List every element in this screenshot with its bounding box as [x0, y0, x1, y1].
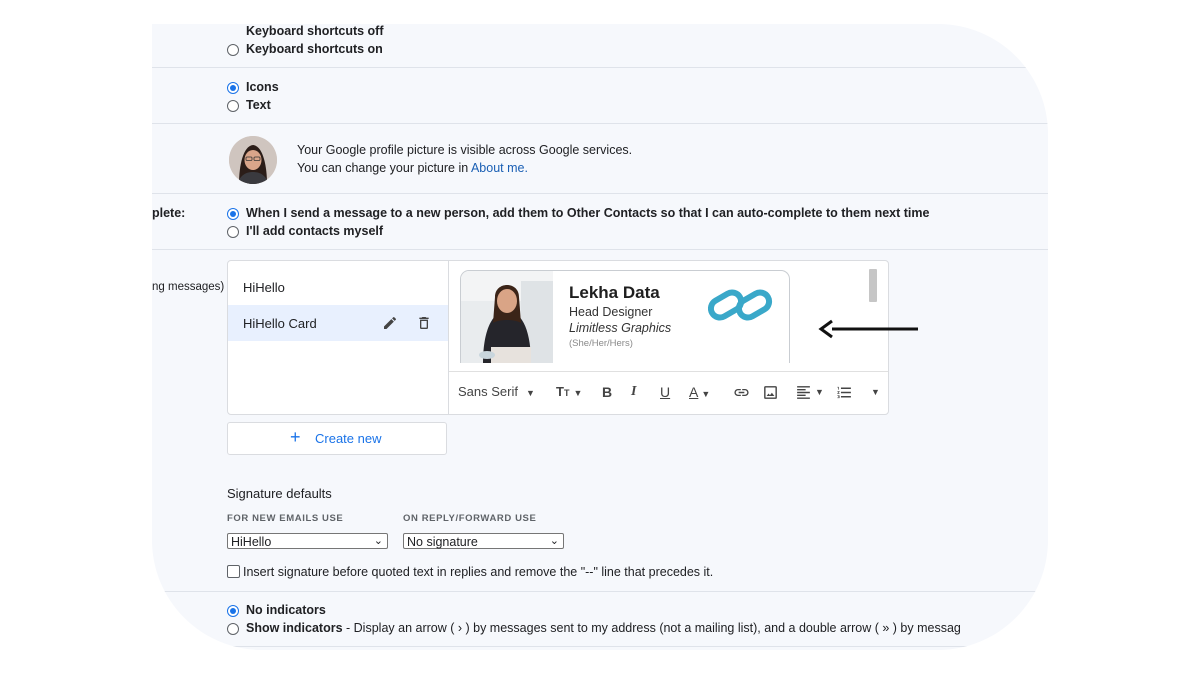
keyboard-shortcuts-off-label: Keyboard shortcuts off: [246, 24, 384, 38]
insert-signature-checkbox[interactable]: [227, 565, 240, 578]
insert-signature-label: Insert signature before quoted text in r…: [243, 565, 714, 579]
card-company: Limitless Graphics: [569, 321, 672, 335]
chevron-down-icon: ▼: [525, 388, 535, 398]
show-indicators-radio[interactable]: [227, 623, 239, 635]
card-photo: [461, 271, 553, 363]
autocomplete-section-label: plete:: [152, 206, 186, 220]
font-size-icon[interactable]: TT ▼: [556, 384, 582, 399]
icons-label: Icons: [246, 80, 279, 94]
chevron-down-icon: ⌄: [373, 535, 383, 547]
no-indicators-radio[interactable]: [227, 605, 239, 617]
more-formatting-icon[interactable]: ▼: [871, 387, 880, 397]
delete-trash-icon[interactable]: [416, 315, 432, 331]
divider: [152, 193, 1048, 194]
new-emails-signature-select[interactable]: HiHello ⌄: [227, 533, 388, 549]
create-new-button[interactable]: + Create new: [227, 422, 447, 455]
signature-item-hihello[interactable]: HiHello: [228, 269, 448, 305]
card-name: Lekha Data: [569, 283, 660, 302]
signature-editor-box: HiHello HiHello Card Lekha Data Head Des…: [227, 260, 889, 415]
italic-icon[interactable]: I: [631, 384, 636, 400]
editor-scrollbar[interactable]: [869, 269, 877, 302]
autocomplete-manual-radio[interactable]: [227, 226, 239, 238]
new-emails-selected: HiHello: [231, 535, 272, 549]
divider: [152, 67, 1048, 68]
signature-defaults-title: Signature defaults: [227, 486, 332, 501]
divider: [152, 123, 1048, 124]
show-indicators-text: Show indicators - Display an arrow ( › )…: [246, 621, 961, 635]
reply-forward-selected: No signature: [407, 535, 478, 549]
signature-section-label: ng messages): [152, 281, 225, 293]
divider: [152, 249, 1048, 250]
formatting-toolbar: Sans Serif ▼ TT ▼ B I U A ▼ ▼ ▼: [449, 371, 888, 414]
chain-link-logo-icon: [707, 289, 773, 321]
show-indicators-description: - Display an arrow ( › ) by messages sen…: [342, 621, 961, 635]
bold-icon[interactable]: B: [602, 384, 612, 400]
avatar-illustration: [229, 136, 277, 184]
link-icon[interactable]: [733, 384, 750, 401]
align-icon[interactable]: [795, 384, 812, 401]
divider: [152, 591, 1048, 592]
icons-radio[interactable]: [227, 82, 239, 94]
keyboard-shortcuts-on-label: Keyboard shortcuts on: [246, 42, 383, 56]
reply-forward-signature-select[interactable]: No signature ⌄: [403, 533, 564, 549]
signature-item-label: HiHello: [243, 280, 285, 295]
profile-text-line1: Your Google profile picture is visible a…: [297, 143, 633, 157]
signature-card-preview: Lekha Data Head Designer Limitless Graph…: [460, 270, 790, 363]
text-label: Text: [246, 98, 271, 112]
signature-item-label: HiHello Card: [243, 316, 317, 331]
numbered-list-icon[interactable]: [836, 384, 853, 401]
annotation-arrow-icon: [818, 319, 918, 339]
autocomplete-manual-label: I'll add contacts myself: [246, 224, 384, 238]
divider: [152, 646, 1048, 647]
font-family-label: Sans Serif: [458, 384, 518, 399]
underline-icon[interactable]: U: [660, 384, 670, 400]
edit-pencil-icon[interactable]: [382, 315, 398, 331]
signature-item-hihello-card[interactable]: HiHello Card: [228, 305, 448, 341]
profile-avatar[interactable]: [229, 136, 277, 184]
about-me-link[interactable]: About me.: [471, 161, 528, 175]
card-pronouns: (She/Her/Hers): [569, 338, 633, 349]
no-indicators-label: No indicators: [246, 603, 326, 617]
chevron-down-icon[interactable]: ▼: [815, 387, 824, 397]
insert-image-icon[interactable]: [762, 384, 779, 401]
autocomplete-add-label: When I send a message to a new person, a…: [246, 206, 930, 220]
text-radio[interactable]: [227, 100, 239, 112]
signature-list: HiHello HiHello Card: [228, 261, 449, 414]
create-new-label: Create new: [315, 431, 382, 446]
autocomplete-add-radio[interactable]: [227, 208, 239, 220]
text-color-icon[interactable]: A ▼: [689, 384, 710, 400]
profile-text-line2: You can change your picture in About me.: [297, 161, 528, 175]
reply-forward-label: ON REPLY/FORWARD USE: [403, 513, 537, 524]
card-title: Head Designer: [569, 305, 653, 319]
plus-icon: +: [290, 427, 301, 447]
font-family-dropdown[interactable]: Sans Serif ▼: [458, 384, 535, 399]
keyboard-shortcuts-on-radio[interactable]: [227, 44, 239, 56]
chevron-down-icon: ⌄: [549, 535, 559, 547]
new-emails-label: FOR NEW EMAILS USE: [227, 513, 344, 524]
show-indicators-label: Show indicators: [246, 621, 343, 635]
profile-text-prefix: You can change your picture in: [297, 161, 471, 175]
